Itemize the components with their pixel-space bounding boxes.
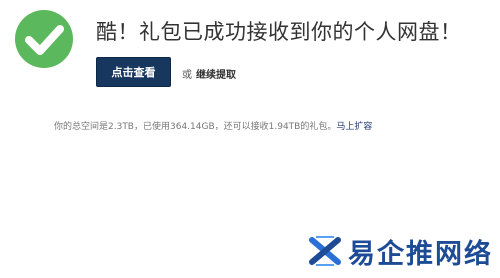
or-text: 或 — [182, 70, 192, 81]
success-headline: 酷！礼包已成功接收到你的个人网盘！ — [96, 20, 462, 44]
view-button[interactable]: 点击查看 — [96, 57, 171, 87]
expand-storage-link[interactable]: 马上扩容 — [336, 122, 372, 132]
watermark: 易企推网络 — [308, 231, 493, 271]
watermark-logo-icon — [309, 236, 341, 266]
space-info: 你的总空间是2.3TB，已使用364.14GB，还可以接收1.94TB的礼包。马… — [54, 119, 372, 132]
space-info-text: 你的总空间是2.3TB，已使用364.14GB，还可以接收1.94TB的礼包。 — [54, 122, 337, 132]
success-check-icon — [15, 10, 73, 68]
continue-extract-link[interactable]: 继续提取 — [196, 66, 236, 81]
watermark-text: 易企推网络 — [348, 238, 493, 270]
gift-received-page: 酷！礼包已成功接收到你的个人网盘！ 点击查看 或 继续提取 你的总空间是2.3T… — [0, 0, 500, 278]
